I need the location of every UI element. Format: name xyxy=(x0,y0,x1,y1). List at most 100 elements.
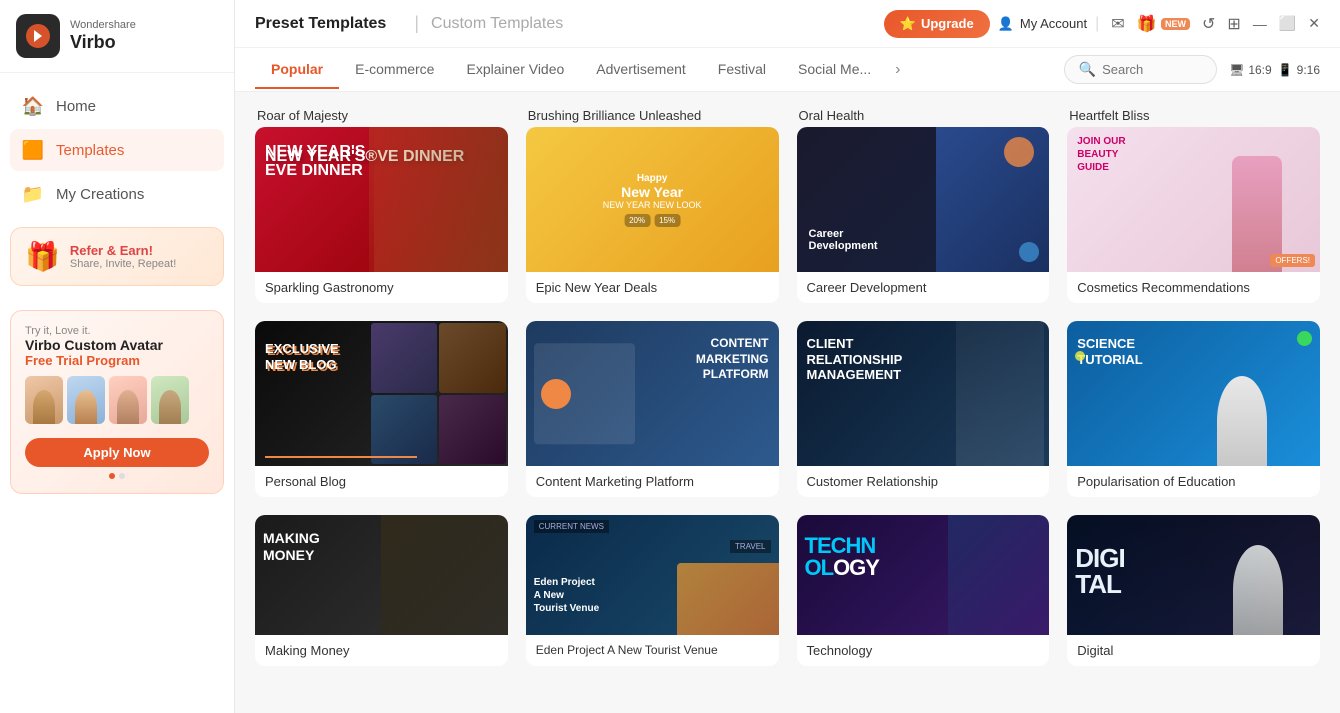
landscape-ratio-label: 16:9 xyxy=(1248,63,1271,77)
template-thumb-content: CONTENTMARKETINGPLATFORM xyxy=(526,321,779,466)
template-thumb-blog: EXCLUSIVENEW BLOG xyxy=(255,321,508,466)
above-fold-label-1: Roar of Majesty xyxy=(255,108,508,123)
avatar-promo: Try it, Love it. Virbo Custom Avatar Fre… xyxy=(10,310,224,494)
tab-social[interactable]: Social Me... xyxy=(782,51,887,89)
titlebar-right: ⭐ Upgrade 👤 My Account | ✉ 🎁 NEW ↺ ⊞ — ⬜… xyxy=(884,10,1320,38)
landscape-ratio-button[interactable]: 🖥 16:9 xyxy=(1229,63,1272,77)
template-label-news: Eden Project A New Tourist Venue xyxy=(526,635,779,665)
refer-earn-promo[interactable]: 🎁 Refer & Earn! Share, Invite, Repeat! xyxy=(10,227,224,286)
portrait-icon: 📱 xyxy=(1278,63,1293,77)
templates-grid-row1: NEW YEAR'SEVE DINNER Sparkling Gastronom… xyxy=(255,127,1320,303)
templates-area: Roar of Majesty Brushing Brilliance Unle… xyxy=(235,92,1340,713)
template-card-career[interactable]: ⋯ CareerDevelopment Career Development xyxy=(797,127,1050,303)
custom-templates-tab[interactable]: Custom Templates xyxy=(431,9,579,39)
gift-icon[interactable]: 🎁 xyxy=(1137,16,1157,33)
search-box: 🔍 xyxy=(1064,55,1217,84)
brand-name: Wondershare xyxy=(70,19,136,32)
my-creations-label: My Creations xyxy=(56,186,144,203)
template-card-news[interactable]: CURRENT NEWS TRAVEL Eden ProjectA NewTou… xyxy=(526,515,779,666)
template-card-epic[interactable]: Happy New Year NEW YEAR NEW LOOK 20% 15%… xyxy=(526,127,779,303)
titlebar-tabs: Preset Templates | Custom Templates xyxy=(255,9,579,39)
separator-line: | xyxy=(1095,15,1099,33)
dot-2 xyxy=(119,473,125,479)
template-card-making[interactable]: MAKINGMONEY Making Money xyxy=(255,515,508,666)
template-thumb-customer: CLIENTRELATIONSHIPMANAGEMENT xyxy=(797,321,1050,466)
avatar-thumb-3 xyxy=(109,376,147,424)
above-fold-label-2: Brushing Brilliance Unleashed xyxy=(526,108,779,123)
avatar-thumb-1 xyxy=(25,376,63,424)
refer-icon: 🎁 xyxy=(25,240,60,273)
account-label: My Account xyxy=(1020,16,1087,31)
free-trial-label: Free Trial Program xyxy=(25,353,209,368)
history-icon[interactable]: ↺ xyxy=(1202,14,1215,34)
template-label-popular: Popularisation of Education xyxy=(1067,466,1320,497)
template-card-sparkling[interactable]: NEW YEAR'SEVE DINNER Sparkling Gastronom… xyxy=(255,127,508,303)
grid-icon[interactable]: ⊞ xyxy=(1227,14,1240,34)
template-card-blog[interactable]: EXCLUSIVENEW BLOG Personal Blog xyxy=(255,321,508,497)
close-button[interactable]: ✕ xyxy=(1308,15,1320,32)
template-label-content: Content Marketing Platform xyxy=(526,466,779,497)
upgrade-label: Upgrade xyxy=(921,16,974,31)
app-name: Virbo xyxy=(70,32,136,54)
template-card-tech[interactable]: TECHNOLOGY Technology xyxy=(797,515,1050,666)
home-icon: 🏠 xyxy=(22,95,44,117)
template-card-cosmetics[interactable]: JOIN OURBEAUTYGUIDE OFFERS! Cosmetics Re… xyxy=(1067,127,1320,303)
template-card-popular[interactable]: SCIENCETUTORIAL Popularisation of Educat… xyxy=(1067,321,1320,497)
search-input[interactable] xyxy=(1102,62,1202,77)
above-fold-label-4: Heartfelt Bliss xyxy=(1067,108,1320,123)
category-tabs-bar: Popular E-commerce Explainer Video Adver… xyxy=(235,48,1340,92)
template-label-tech: Technology xyxy=(797,635,1050,666)
tab-explainer[interactable]: Explainer Video xyxy=(450,51,580,89)
template-thumb-career: ⋯ CareerDevelopment xyxy=(797,127,1050,272)
template-label-making: Making Money xyxy=(255,635,508,666)
template-label-sparkling: Sparkling Gastronomy xyxy=(255,272,508,303)
refer-text: Refer & Earn! Share, Invite, Repeat! xyxy=(70,243,176,270)
preset-templates-tab[interactable]: Preset Templates xyxy=(255,9,402,39)
logo-icon xyxy=(16,14,60,58)
gift-icon-wrapper: 🎁 NEW xyxy=(1137,14,1190,34)
dot-1 xyxy=(109,473,115,479)
my-account-button[interactable]: 👤 My Account xyxy=(998,16,1087,32)
sidebar: Wondershare Virbo 🏠 Home 🟧 Templates 📁 M… xyxy=(0,0,235,713)
creations-icon: 📁 xyxy=(22,183,44,205)
template-card-customer[interactable]: CLIENTRELATIONSHIPMANAGEMENT Customer Re… xyxy=(797,321,1050,497)
avatar-thumb-2 xyxy=(67,376,105,424)
minimize-button[interactable]: — xyxy=(1253,16,1267,32)
template-card-digital[interactable]: DIGITAL Digital xyxy=(1067,515,1320,666)
sidebar-navigation: 🏠 Home 🟧 Templates 📁 My Creations xyxy=(0,73,234,227)
titlebar: Preset Templates | Custom Templates ⭐ Up… xyxy=(235,0,1340,48)
tab-festival[interactable]: Festival xyxy=(702,51,782,89)
sidebar-item-my-creations[interactable]: 📁 My Creations xyxy=(10,173,224,215)
template-thumb-digital: DIGITAL xyxy=(1067,515,1320,635)
template-thumb-popular: SCIENCETUTORIAL xyxy=(1067,321,1320,466)
tabs-right-controls: 🔍 🖥 16:9 📱 9:16 xyxy=(1064,55,1320,84)
upgrade-button[interactable]: ⭐ Upgrade xyxy=(884,10,990,38)
refer-subtitle: Share, Invite, Repeat! xyxy=(70,258,176,270)
portrait-ratio-label: 9:16 xyxy=(1297,63,1320,77)
apply-now-button[interactable]: Apply Now xyxy=(25,438,209,467)
tab-ecommerce[interactable]: E-commerce xyxy=(339,51,450,89)
more-tabs-icon[interactable]: › xyxy=(887,61,908,79)
maximize-button[interactable]: ⬜ xyxy=(1279,15,1296,32)
template-label-blog: Personal Blog xyxy=(255,466,508,497)
search-icon: 🔍 xyxy=(1079,61,1096,78)
template-card-content[interactable]: CONTENTMARKETINGPLATFORM Content Marketi… xyxy=(526,321,779,497)
tab-popular[interactable]: Popular xyxy=(255,51,339,89)
app-logo: Wondershare Virbo xyxy=(0,0,234,73)
portrait-ratio-button[interactable]: 📱 9:16 xyxy=(1278,63,1320,77)
try-label: Try it, Love it. xyxy=(25,325,209,337)
tab-divider: | xyxy=(414,13,419,34)
refer-title: Refer & Earn! xyxy=(70,243,176,258)
landscape-icon: 🖥 xyxy=(1229,63,1244,77)
template-thumb-making: MAKINGMONEY xyxy=(255,515,508,635)
avatar-title: Virbo Custom Avatar xyxy=(25,337,209,353)
template-thumb-sparkling: NEW YEAR'SEVE DINNER xyxy=(255,127,508,272)
new-badge: NEW xyxy=(1161,18,1190,30)
mail-icon[interactable]: ✉ xyxy=(1111,14,1124,34)
sidebar-item-home[interactable]: 🏠 Home xyxy=(10,85,224,127)
template-thumb-tech: TECHNOLOGY xyxy=(797,515,1050,635)
tab-advertisement[interactable]: Advertisement xyxy=(580,51,701,89)
sidebar-item-templates[interactable]: 🟧 Templates xyxy=(10,129,224,171)
template-label-cosmetics: Cosmetics Recommendations xyxy=(1067,272,1320,303)
above-fold-labels: Roar of Majesty Brushing Brilliance Unle… xyxy=(255,108,1320,123)
